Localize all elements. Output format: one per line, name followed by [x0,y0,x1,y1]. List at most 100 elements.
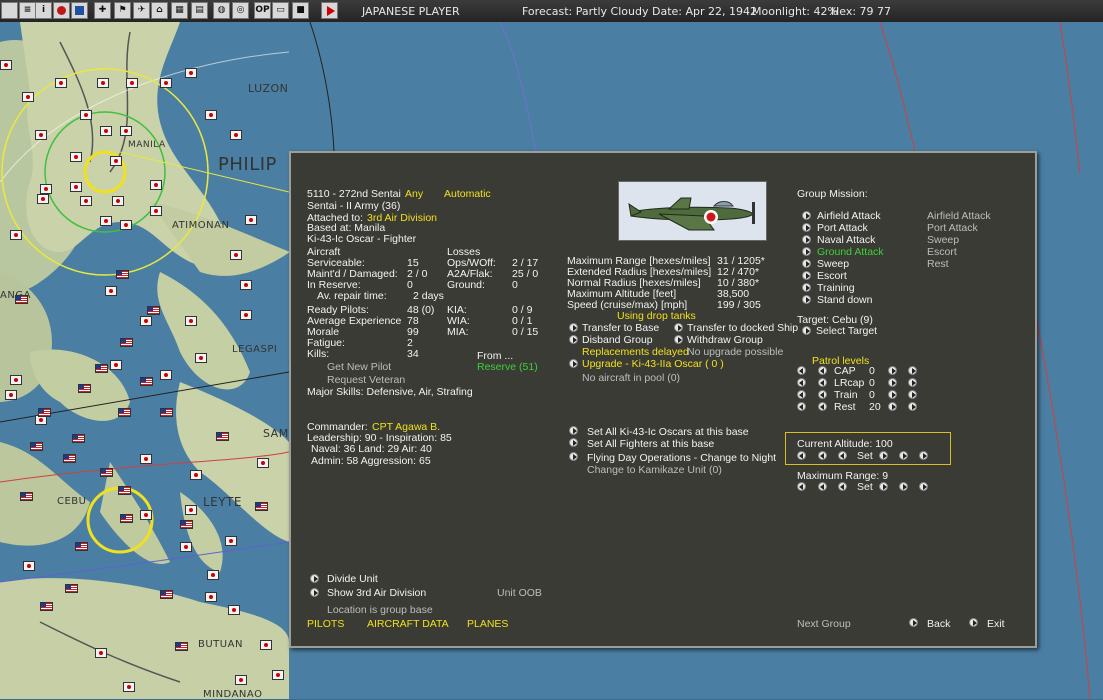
exit-button[interactable]: Exit [987,618,1005,630]
ship-icon[interactable] [71,2,88,19]
mission-arrow-icon[interactable] [802,211,811,220]
japanese-base-icon[interactable] [10,375,22,385]
withdraw-group-button[interactable]: Withdraw Group [687,334,763,346]
back-arrow-icon[interactable] [909,618,918,627]
allied-base-icon[interactable] [78,384,91,393]
plane-icon[interactable]: ✈ [133,2,150,19]
range-decrease-small-icon[interactable] [838,482,847,491]
altitude-increase-icon[interactable] [899,451,908,460]
flying-day-arrow-icon[interactable] [569,452,578,461]
japanese-base-icon[interactable] [110,360,122,370]
patrol-increase-icon[interactable] [888,366,897,375]
patrol-increase-icon[interactable] [888,378,897,387]
japanese-base-icon[interactable] [225,536,237,546]
japanese-base-icon[interactable] [40,184,52,194]
select-target-arrow-icon[interactable] [802,326,811,335]
japanese-base-icon[interactable] [37,194,49,204]
japanese-base-icon[interactable] [257,458,269,468]
withdraw-arrow-icon[interactable] [674,335,683,344]
planes-button[interactable]: PLANES [467,618,508,630]
allied-base-icon[interactable] [40,602,53,611]
allied-base-icon[interactable] [65,584,78,593]
patrol-decrease-icon[interactable] [818,402,827,411]
allied-base-icon[interactable] [38,408,51,417]
allied-base-icon[interactable] [75,542,88,551]
range-increase-small-icon[interactable] [879,482,888,491]
japanese-base-icon[interactable] [230,250,242,260]
japanese-base-icon[interactable] [70,152,82,162]
japanese-base-icon[interactable] [140,454,152,464]
allied-base-icon[interactable] [140,377,153,386]
allied-base-icon[interactable] [20,492,33,501]
japanese-base-icon[interactable] [230,130,242,140]
japanese-base-icon[interactable] [10,230,22,240]
patrol-decrease-many-icon[interactable] [797,402,806,411]
patrol-decrease-icon[interactable] [818,390,827,399]
allied-base-icon[interactable] [15,295,28,304]
replacements-delayed-toggle[interactable]: Replacements delayed [582,346,689,358]
japanese-base-icon[interactable] [260,640,272,650]
japanese-base-icon[interactable] [80,110,92,120]
allied-base-icon[interactable] [30,442,43,451]
japanese-base-icon[interactable] [240,280,252,290]
japanese-base-icon[interactable] [195,353,207,363]
altitude-decrease-many-icon[interactable] [797,451,806,460]
rising-sun-icon[interactable] [53,2,70,19]
patrol-decrease-many-icon[interactable] [797,390,806,399]
transfer-to-base-button[interactable]: Transfer to Base [582,322,659,334]
info-icon[interactable]: i [35,2,52,19]
mission-button[interactable]: Airfield Attack [817,210,881,222]
ground-icon[interactable]: ⌂ [151,2,168,19]
altitude-decrease-icon[interactable] [818,451,827,460]
japanese-base-icon[interactable] [185,316,197,326]
japanese-base-icon[interactable] [0,60,12,70]
japanese-base-icon[interactable] [95,648,107,658]
japanese-base-icon[interactable] [185,505,197,515]
japanese-base-icon[interactable] [97,78,109,88]
allied-base-icon[interactable] [216,432,229,441]
patrol-decrease-many-icon[interactable] [797,366,806,375]
mission-arrow-icon[interactable] [802,223,811,232]
japanese-base-icon[interactable] [100,216,112,226]
mission-button[interactable]: Ground Attack [817,246,884,258]
upgrade-button[interactable]: Upgrade - Ki-43-IIa Oscar ( 0 ) [582,358,724,370]
mission-button[interactable]: Stand down [817,294,872,306]
japanese-base-icon[interactable] [160,370,172,380]
japanese-base-icon[interactable] [140,510,152,520]
allied-base-icon[interactable] [120,338,133,347]
set-oscars-arrow-icon[interactable] [569,426,578,435]
japanese-base-icon[interactable] [190,470,202,480]
patrol-increase-many-icon[interactable] [908,402,917,411]
japanese-base-icon[interactable] [123,682,135,692]
allied-base-icon[interactable] [63,454,76,463]
allied-base-icon[interactable] [72,434,85,443]
japanese-base-icon[interactable] [70,182,82,192]
allied-base-icon[interactable] [180,520,193,529]
japanese-base-icon[interactable] [140,316,152,326]
window-icon[interactable]: ▭ [272,2,289,19]
japanese-base-icon[interactable] [126,78,138,88]
drop-tanks-toggle[interactable]: Using drop tanks [617,310,696,322]
mission-arrow-icon[interactable] [802,247,811,256]
allied-base-icon[interactable] [175,642,188,651]
japanese-base-icon[interactable] [100,126,112,136]
next-group-button[interactable]: Next Group [797,618,851,630]
allied-base-icon[interactable] [116,270,129,279]
any-toggle[interactable]: Any [405,188,423,200]
patrol-increase-icon[interactable] [888,402,897,411]
japanese-base-icon[interactable] [22,92,34,102]
japanese-base-icon[interactable] [228,605,240,615]
patrol-decrease-many-icon[interactable] [797,378,806,387]
transfer-to-ship-button[interactable]: Transfer to docked Ship [687,322,798,334]
allied-base-icon[interactable] [118,408,131,417]
japanese-base-icon[interactable] [120,220,132,230]
request-veteran-button[interactable]: Request Veteran [327,374,405,386]
altitude-increase-many-icon[interactable] [919,451,928,460]
patrol-decrease-icon[interactable] [818,366,827,375]
map-icon[interactable]: ▤ [191,2,208,19]
building-icon[interactable]: ▦ [171,2,188,19]
japanese-base-icon[interactable] [245,215,257,225]
set-all-fighters-button[interactable]: Set All Fighters at this base [587,438,714,450]
japanese-base-icon[interactable] [35,130,47,140]
japanese-base-icon[interactable] [205,592,217,602]
